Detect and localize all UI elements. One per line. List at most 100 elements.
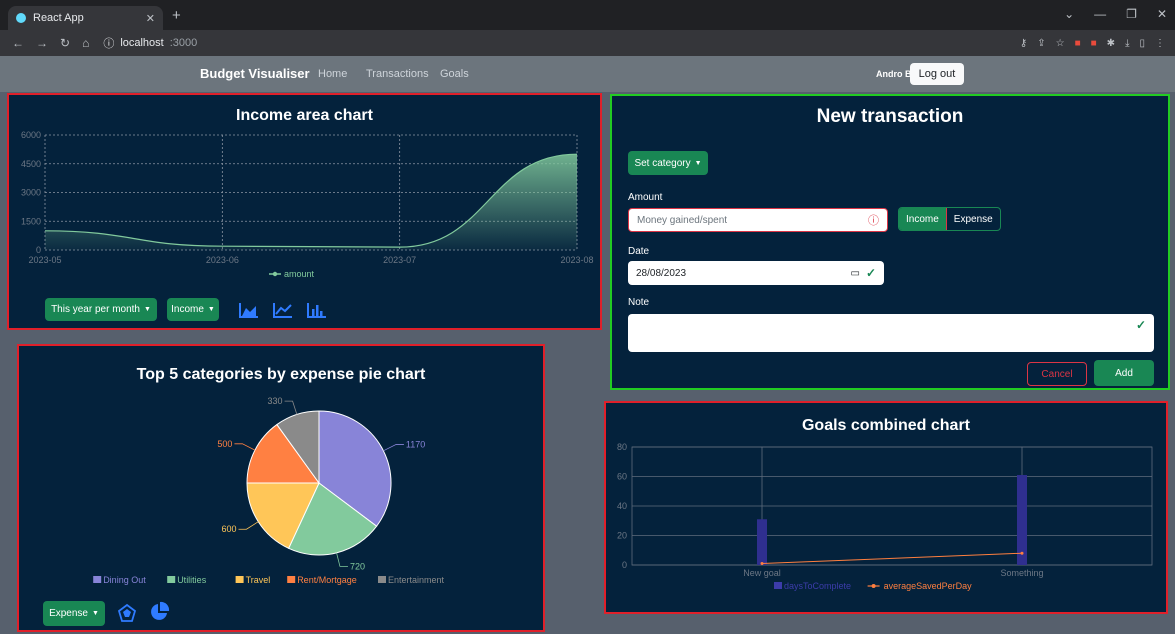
income-type-dropdown[interactable]: Income ▼: [167, 298, 219, 321]
home-icon[interactable]: ⌂: [82, 36, 89, 50]
forward-icon[interactable]: →: [36, 36, 48, 50]
goals-panel: Goals combined chart 0 20 40 60 80 New goal So…: [604, 401, 1168, 614]
info-icon: ⓘ: [103, 38, 115, 50]
x-tick-label: New goal: [743, 568, 781, 578]
period-dropdown[interactable]: This year per month ▼: [45, 298, 157, 321]
pie-label-line: [284, 400, 298, 415]
pie-label-line: [234, 443, 256, 451]
pie-data-label: 500: [217, 439, 232, 449]
react-favicon-icon: [16, 13, 26, 23]
pie-label-line: [336, 552, 348, 567]
new-tab-icon[interactable]: +: [172, 7, 181, 24]
caret-down-icon: ▼: [694, 159, 702, 167]
pie-chart-title: Top 5 categories by expense pie chart: [136, 366, 426, 383]
restore-icon[interactable]: ❐: [1126, 7, 1137, 21]
back-icon[interactable]: ←: [12, 36, 24, 50]
radar-chart-icon[interactable]: [115, 602, 139, 624]
bar-days-to-complete: [1017, 475, 1027, 565]
y-tick-label: 60: [617, 472, 627, 482]
chevron-down-icon[interactable]: ⌄: [1064, 7, 1074, 21]
nav-transactions[interactable]: Transactions: [366, 68, 429, 80]
x-tick-label: 2023-07: [383, 255, 416, 265]
check-icon: ✓: [865, 266, 876, 280]
legend-swatch: [378, 576, 386, 583]
y-tick-label: 80: [617, 442, 627, 452]
legend-swatch: [93, 576, 102, 583]
bar-days-to-complete: [757, 519, 767, 565]
menu-icon[interactable]: ⋮: [1155, 38, 1165, 49]
y-tick-label: 6000: [21, 130, 41, 140]
date-label: Date: [628, 246, 650, 257]
url-host: localhost: [120, 37, 164, 49]
income-toggle[interactable]: Income: [899, 208, 946, 230]
add-button[interactable]: Add: [1094, 360, 1154, 386]
income-area-chart: 0 1500 3000 4500 6000 2023-05 2023-06 2023-07 20…: [21, 130, 594, 279]
browser-tab[interactable]: React App ✕: [8, 6, 163, 30]
line-average-saved: [761, 552, 1023, 565]
legend-swatch: [287, 576, 296, 583]
legend-marker: [871, 584, 876, 588]
browser-omnibar: ← → ↻ ⌂ ⓘ localhost :3000 ⚷ ⇪ ☆ ■ ■ ✱ ⤓ ▯…: [0, 30, 1175, 56]
calendar-icon[interactable]: ▭: [850, 268, 859, 279]
bar-chart-icon[interactable]: [305, 299, 329, 321]
y-tick-label: 1500: [21, 216, 41, 226]
legend-swatch: [774, 582, 782, 589]
x-tick-label: 2023-08: [560, 255, 593, 265]
line-chart-icon[interactable]: [271, 299, 295, 321]
area-chart-icon[interactable]: [237, 299, 261, 321]
pie-label-line: [383, 444, 404, 452]
url-port: :3000: [169, 37, 198, 49]
cancel-button[interactable]: Cancel: [1027, 362, 1087, 386]
download-icon[interactable]: ⤓: [1125, 38, 1129, 49]
set-category-dropdown[interactable]: Set category ▼: [628, 151, 708, 175]
expense-pie-chart: 1170 720 600 500 330 Dining Out Utilities Trave…: [93, 396, 445, 585]
extension-icon[interactable]: ■: [1075, 38, 1081, 49]
line-point: [760, 562, 764, 566]
puzzle-icon[interactable]: ✱: [1107, 38, 1115, 49]
sidepanel-icon[interactable]: ▯: [1139, 38, 1145, 49]
y-tick-label: 4500: [21, 159, 41, 169]
y-tick-label: 3000: [21, 188, 41, 198]
expense-toggle[interactable]: Expense: [945, 208, 1000, 230]
nav-goals[interactable]: Goals: [440, 68, 469, 80]
pie-data-label: 330: [268, 396, 283, 406]
amount-input[interactable]: Money gained/spent ⓘ: [628, 208, 888, 232]
minimize-icon[interactable]: —: [1094, 7, 1106, 21]
browser-tabstrip: React App ✕ + ⌄ — ❐ ✕: [0, 0, 1175, 30]
share-icon[interactable]: ⇪: [1037, 38, 1045, 49]
tab-close-icon[interactable]: ✕: [146, 12, 155, 25]
logout-button[interactable]: Log out: [910, 63, 964, 85]
caret-down-icon: ▼: [91, 610, 99, 617]
y-tick-label: 0: [622, 560, 627, 570]
note-textarea[interactable]: ✓: [628, 314, 1154, 352]
extension-icons: ⚷ ⇪ ☆ ■ ■ ✱ ⤓ ▯ ⋮: [1020, 38, 1165, 49]
amount-label: Amount: [628, 192, 663, 203]
star-icon[interactable]: ☆: [1056, 38, 1065, 49]
legend-amount: amount: [284, 269, 315, 279]
tab-title: React App: [33, 12, 84, 24]
line-point: [1020, 551, 1024, 555]
reload-icon[interactable]: ↻: [60, 36, 70, 50]
brand[interactable]: Budget Visualiser: [200, 66, 310, 81]
close-icon[interactable]: ✕: [1157, 7, 1167, 21]
expense-type-dropdown[interactable]: Expense ▼: [43, 601, 105, 626]
caret-down-icon: ▼: [144, 306, 151, 313]
goals-combined-chart: 0 20 40 60 80 New goal Something daysToComplete…: [617, 442, 1153, 591]
y-tick-label: 20: [617, 531, 627, 541]
key-icon[interactable]: ⚷: [1020, 38, 1027, 49]
app-navbar: Budget Visualiser Home Transactions Goal…: [0, 56, 1175, 92]
pie-chart-icon[interactable]: [147, 601, 171, 623]
pie-data-label: 1170: [406, 440, 425, 450]
window-controls: ⌄ — ❐ ✕: [1064, 7, 1167, 21]
address-bar[interactable]: ⓘ localhost :3000: [103, 35, 197, 51]
x-tick-label: 2023-05: [28, 255, 61, 265]
legend-category: Entertainment: [388, 575, 445, 585]
y-tick-label: 40: [617, 501, 627, 511]
nav-home[interactable]: Home: [318, 68, 347, 80]
note-label: Note: [628, 297, 650, 308]
error-icon: ⓘ: [868, 215, 879, 227]
pie-panel: Top 5 categories by expense pie chart 11…: [17, 344, 545, 632]
extension-icon[interactable]: ■: [1091, 38, 1097, 49]
date-input[interactable]: 28/08/2023 ▭ ✓: [628, 261, 884, 285]
income-area: [45, 154, 577, 250]
